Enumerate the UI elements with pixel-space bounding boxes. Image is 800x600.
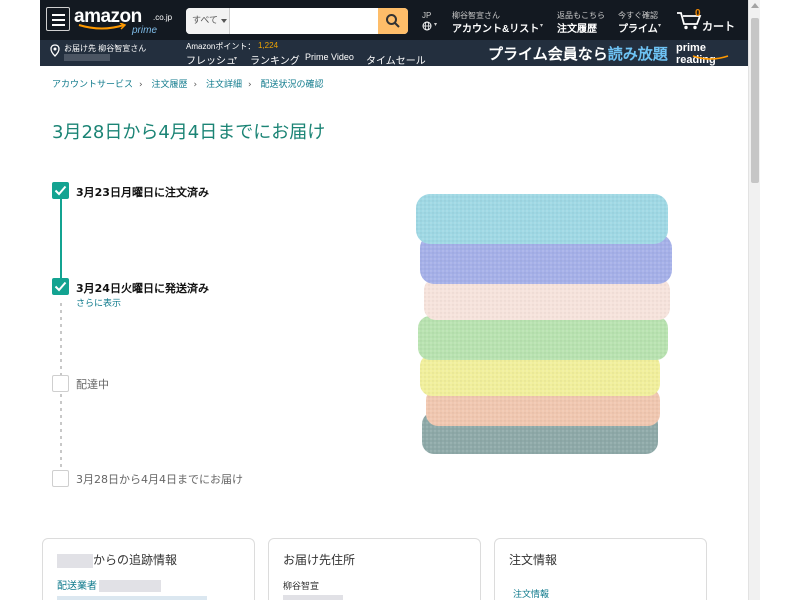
chevron-down-icon — [221, 18, 228, 23]
carrier-label: 配送業者 — [57, 581, 97, 592]
breadcrumb-separator: › — [139, 80, 143, 90]
redacted-address — [64, 54, 110, 61]
tracking-card-title: からの追跡情報 — [57, 551, 177, 568]
breadcrumb-separator: › — [248, 80, 252, 90]
towel-light-blue — [416, 194, 668, 244]
banner-text: プライム会員なら — [488, 45, 608, 63]
amazon-logo[interactable]: amazon .co.jp prime — [74, 4, 172, 36]
scrollbar-thumb[interactable] — [751, 18, 759, 183]
redacted-address-line — [283, 594, 343, 600]
prime-chevron-icon: ▾ — [658, 23, 662, 29]
language-chevron-icon: ▾ — [434, 22, 438, 28]
towel-pink — [424, 278, 670, 320]
search-input[interactable] — [230, 8, 378, 34]
nav-item-prime-video[interactable]: Prime Video — [305, 52, 354, 62]
address-card-title: お届け先住所 — [283, 553, 356, 567]
redacted-tracking-number — [57, 595, 207, 600]
nav-item-ranking[interactable]: ランキング — [250, 52, 300, 67]
prime-reading-smile-icon — [692, 55, 729, 60]
address-name: 柳谷智宣 — [283, 582, 320, 592]
towel-yellow — [420, 354, 660, 396]
search-bar: すべて — [186, 8, 408, 34]
prime-menu[interactable]: プライム — [618, 20, 658, 35]
search-button[interactable] — [378, 8, 408, 34]
deliver-to-label[interactable]: お届け先 柳谷智宣さん — [64, 43, 146, 54]
nav-item-timesale[interactable]: タイムセール — [366, 52, 426, 67]
browser-page: amazon .co.jp prime お届け先 柳谷智宣さん すべて JP ▾… — [40, 0, 748, 600]
fresh-chevron-icon: ▾ — [234, 56, 238, 62]
site-header: amazon .co.jp prime お届け先 柳谷智宣さん すべて JP ▾… — [40, 0, 748, 67]
window-margin — [760, 0, 800, 600]
account-lists-menu[interactable]: アカウント&リスト — [452, 20, 539, 35]
order-card-title: 注文情報 — [509, 553, 558, 567]
search-icon — [386, 14, 400, 28]
account-chevron-icon: ▾ — [540, 23, 544, 29]
nav-item-fresh[interactable]: フレッシュ — [186, 52, 236, 67]
page-title: 3月28日から4月4日までにお届け — [52, 122, 326, 143]
shipping-address-card: お届け先住所 柳谷智宣 — [268, 538, 481, 600]
breadcrumb-order-history[interactable]: 注文履歴 — [152, 80, 188, 90]
step-in-transit-label: 配達中 — [76, 378, 109, 391]
points-value[interactable]: 1,224 — [258, 41, 278, 50]
order-info-link[interactable]: 注文情報 — [513, 587, 549, 600]
order-info-card: 注文情報 注文情報 — [494, 538, 707, 600]
cart-label[interactable]: カート — [702, 18, 735, 34]
step-delivered-checkbox — [52, 470, 69, 487]
carrier-row[interactable]: 配送業者 — [57, 577, 161, 592]
step-ordered-label: 3月23日月曜日に注文済み — [76, 186, 209, 199]
points-label[interactable]: Amazonポイント： — [186, 41, 255, 52]
tracking-title-text: からの追跡情報 — [93, 553, 178, 567]
logo-prime: prime — [132, 25, 158, 36]
redacted-carrier-value — [99, 580, 161, 592]
prime-reading-banner[interactable]: プライム会員なら読み放題 — [488, 43, 668, 64]
orders-link[interactable]: 注文履歴 — [557, 20, 597, 35]
banner-highlight: 読み放題 — [607, 45, 668, 63]
logo-domain: .co.jp — [153, 13, 173, 22]
globe-icon[interactable] — [422, 21, 432, 31]
step-in-transit-checkbox — [52, 375, 69, 392]
timeline-line-complete — [60, 198, 62, 286]
hamburger-menu-icon[interactable] — [46, 7, 70, 31]
vertical-scrollbar[interactable] — [748, 0, 760, 600]
redacted-carrier-name — [57, 553, 93, 568]
breadcrumb-order-details[interactable]: 注文詳細 — [206, 80, 242, 90]
breadcrumb-account-services[interactable]: アカウントサービス — [52, 80, 133, 90]
smile-arrow-icon — [78, 23, 127, 30]
step-shipped-label: 3月24日火曜日に発送済み — [76, 282, 209, 295]
towel-green — [418, 316, 668, 360]
breadcrumb: アカウントサービス › 注文履歴 › 注文詳細 › 配送状況の確認 — [52, 77, 330, 90]
scroll-up-icon[interactable] — [751, 3, 759, 8]
language-code[interactable]: JP — [422, 11, 431, 20]
breadcrumb-track-package: 配送状況の確認 — [260, 80, 324, 90]
location-pin-icon — [50, 44, 60, 57]
prime-reading-logo[interactable]: prime reading — [676, 42, 748, 66]
step-delivered-label: 3月28日から4月4日までにお届け — [76, 473, 243, 486]
tracking-info-card: からの追跡情報 配送業者 — [42, 538, 255, 600]
breadcrumb-separator: › — [193, 80, 198, 90]
search-category-dropdown[interactable]: すべて — [186, 8, 230, 34]
show-more-link[interactable]: さらに表示 — [76, 296, 121, 309]
search-category-label: すべて — [192, 16, 219, 26]
step-ordered-check-icon — [52, 182, 69, 199]
address-line — [283, 594, 343, 600]
cart-count: 0 — [695, 8, 701, 19]
tracking-number-row[interactable] — [57, 595, 207, 600]
step-shipped-check-icon — [52, 278, 69, 295]
product-image-towels — [416, 194, 672, 454]
